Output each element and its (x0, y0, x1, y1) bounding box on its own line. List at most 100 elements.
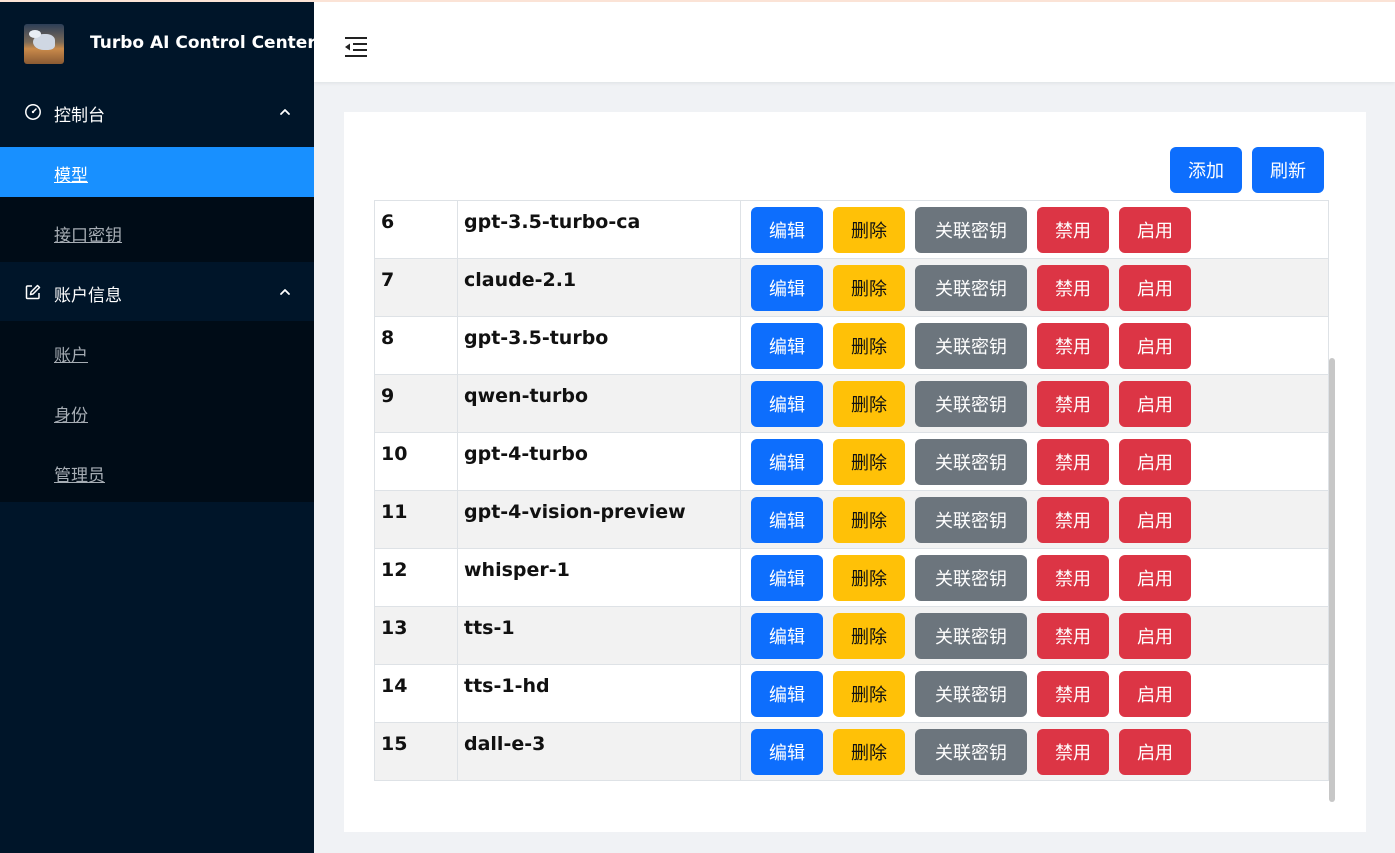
actions-cell: 编辑 删除 关联密钥 禁用 启用 (740, 316, 1329, 375)
disable-button[interactable]: 禁用 (1037, 613, 1109, 659)
add-button[interactable]: 添加 (1170, 147, 1242, 193)
disable-button[interactable]: 禁用 (1037, 497, 1109, 543)
sidebar-item-account[interactable]: 账户 (0, 322, 314, 382)
enable-button[interactable]: 启用 (1119, 323, 1191, 369)
sidebar: Turbo AI Control Center 控制台 模型 接口密钥 账户信息… (0, 0, 316, 853)
actions-cell: 编辑 删除 关联密钥 禁用 启用 (740, 374, 1329, 433)
table-row: 8 gpt-3.5-turbo 编辑 删除 关联密钥 禁用 启用 (374, 316, 1329, 375)
action-buttons: 编辑 删除 关联密钥 禁用 启用 (751, 265, 1211, 311)
logo-image (24, 24, 64, 64)
enable-button[interactable]: 启用 (1119, 207, 1191, 253)
actions-cell: 编辑 删除 关联密钥 禁用 启用 (740, 664, 1329, 723)
bind-key-button[interactable]: 关联密钥 (915, 323, 1027, 369)
bind-key-button[interactable]: 关联密钥 (915, 381, 1027, 427)
name-cell: claude-2.1 (457, 258, 741, 317)
sidebar-item-models[interactable]: 模型 (0, 147, 314, 197)
model-id: 12 (381, 559, 408, 581)
edit-button[interactable]: 编辑 (751, 381, 823, 427)
sidebar-item-label: 接口密钥 (54, 226, 122, 246)
table-row: 9 qwen-turbo 编辑 删除 关联密钥 禁用 启用 (374, 374, 1329, 433)
disable-button[interactable]: 禁用 (1037, 323, 1109, 369)
delete-button[interactable]: 删除 (833, 381, 905, 427)
model-id: 13 (381, 617, 408, 639)
name-cell: tts-1 (457, 606, 741, 665)
header (314, 2, 1395, 82)
delete-button[interactable]: 删除 (833, 497, 905, 543)
models-table: 6 gpt-3.5-turbo-ca 编辑 删除 关联密钥 禁用 启用 7 claude-2.1… (374, 200, 1329, 781)
enable-button[interactable]: 启用 (1119, 671, 1191, 717)
model-name: gpt-4-vision-preview (464, 501, 686, 523)
delete-button[interactable]: 删除 (833, 613, 905, 659)
action-buttons: 编辑 删除 关联密钥 禁用 启用 (751, 381, 1211, 427)
sidebar-item-api-keys[interactable]: 接口密钥 (0, 202, 314, 262)
disable-button[interactable]: 禁用 (1037, 381, 1109, 427)
refresh-button[interactable]: 刷新 (1252, 147, 1324, 193)
model-name: gpt-4-turbo (464, 443, 588, 465)
menu-group-account-info[interactable]: 账户信息 (0, 263, 314, 321)
actions-cell: 编辑 删除 关联密钥 禁用 启用 (740, 258, 1329, 317)
edit-button[interactable]: 编辑 (751, 671, 823, 717)
delete-button[interactable]: 删除 (833, 323, 905, 369)
id-cell: 15 (374, 722, 458, 781)
model-id: 10 (381, 443, 408, 465)
bind-key-button[interactable]: 关联密钥 (915, 555, 1027, 601)
id-cell: 6 (374, 200, 458, 259)
enable-button[interactable]: 启用 (1119, 381, 1191, 427)
bind-key-button[interactable]: 关联密钥 (915, 729, 1027, 775)
menu-group-console[interactable]: 控制台 (0, 83, 314, 141)
sidebar-item-label: 账户 (54, 346, 88, 366)
name-cell: gpt-4-vision-preview (457, 490, 741, 549)
edit-button[interactable]: 编辑 (751, 265, 823, 311)
delete-button[interactable]: 删除 (833, 265, 905, 311)
sidebar-item-admin[interactable]: 管理员 (0, 442, 314, 502)
menu-fold-icon[interactable] (344, 36, 368, 58)
enable-button[interactable]: 启用 (1119, 497, 1191, 543)
disable-button[interactable]: 禁用 (1037, 439, 1109, 485)
dashboard-icon (25, 104, 41, 120)
edit-button[interactable]: 编辑 (751, 497, 823, 543)
bind-key-button[interactable]: 关联密钥 (915, 671, 1027, 717)
edit-button[interactable]: 编辑 (751, 207, 823, 253)
delete-button[interactable]: 删除 (833, 439, 905, 485)
bind-key-button[interactable]: 关联密钥 (915, 265, 1027, 311)
edit-button[interactable]: 编辑 (751, 613, 823, 659)
table-row: 15 dall-e-3 编辑 删除 关联密钥 禁用 启用 (374, 722, 1329, 781)
id-cell: 12 (374, 548, 458, 607)
scrollbar-thumb[interactable] (1329, 358, 1335, 802)
disable-button[interactable]: 禁用 (1037, 555, 1109, 601)
bind-key-button[interactable]: 关联密钥 (915, 497, 1027, 543)
enable-button[interactable]: 启用 (1119, 613, 1191, 659)
edit-button[interactable]: 编辑 (751, 729, 823, 775)
delete-button[interactable]: 删除 (833, 729, 905, 775)
id-cell: 13 (374, 606, 458, 665)
sidebar-item-label: 模型 (54, 166, 88, 186)
delete-button[interactable]: 删除 (833, 671, 905, 717)
bind-key-button[interactable]: 关联密钥 (915, 207, 1027, 253)
disable-button[interactable]: 禁用 (1037, 729, 1109, 775)
table-row: 14 tts-1-hd 编辑 删除 关联密钥 禁用 启用 (374, 664, 1329, 723)
edit-button[interactable]: 编辑 (751, 323, 823, 369)
app-title: Turbo AI Control Center (90, 33, 316, 53)
delete-button[interactable]: 删除 (833, 207, 905, 253)
enable-button[interactable]: 启用 (1119, 729, 1191, 775)
disable-button[interactable]: 禁用 (1037, 671, 1109, 717)
enable-button[interactable]: 启用 (1119, 439, 1191, 485)
model-id: 14 (381, 675, 408, 697)
models-table-container[interactable]: 6 gpt-3.5-turbo-ca 编辑 删除 关联密钥 禁用 启用 7 claude-2.1… (374, 200, 1330, 782)
disable-button[interactable]: 禁用 (1037, 207, 1109, 253)
table-row: 12 whisper-1 编辑 删除 关联密钥 禁用 启用 (374, 548, 1329, 607)
bind-key-button[interactable]: 关联密钥 (915, 439, 1027, 485)
edit-button[interactable]: 编辑 (751, 555, 823, 601)
sidebar-item-identity[interactable]: 身份 (0, 382, 314, 442)
enable-button[interactable]: 启用 (1119, 555, 1191, 601)
table-row: 11 gpt-4-vision-preview 编辑 删除 关联密钥 禁用 启用 (374, 490, 1329, 549)
edit-button[interactable]: 编辑 (751, 439, 823, 485)
model-id: 6 (381, 211, 395, 233)
delete-button[interactable]: 删除 (833, 555, 905, 601)
enable-button[interactable]: 启用 (1119, 265, 1191, 311)
action-buttons: 编辑 删除 关联密钥 禁用 启用 (751, 555, 1211, 601)
bind-key-button[interactable]: 关联密钥 (915, 613, 1027, 659)
name-cell: gpt-3.5-turbo-ca (457, 200, 741, 259)
action-buttons: 编辑 删除 关联密钥 禁用 启用 (751, 439, 1211, 485)
disable-button[interactable]: 禁用 (1037, 265, 1109, 311)
